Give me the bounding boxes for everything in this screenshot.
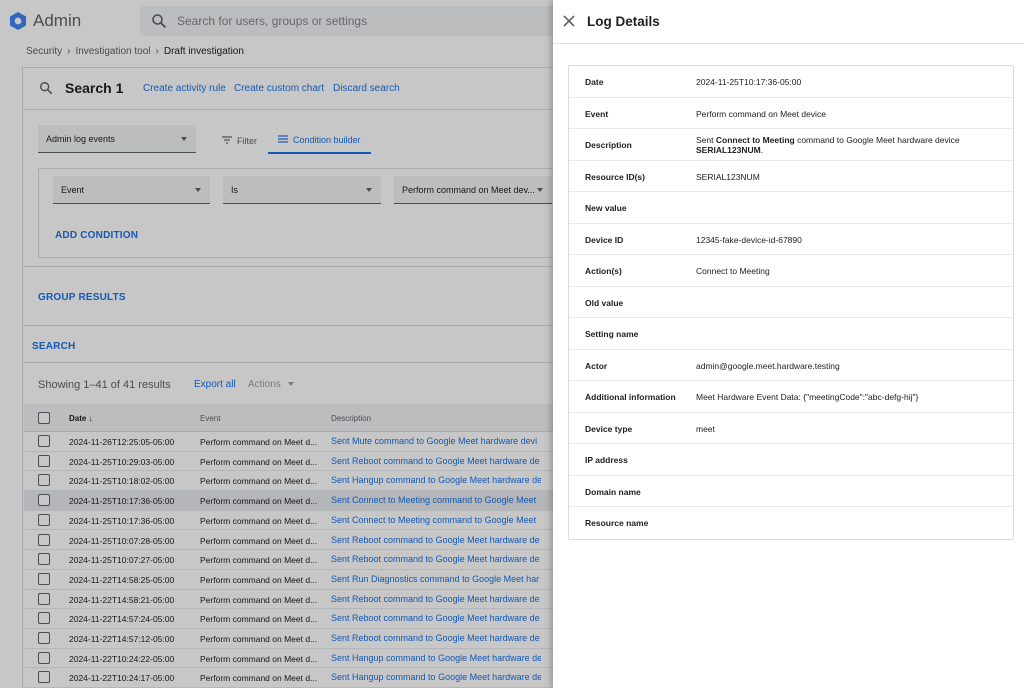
detail-value-text: . bbox=[760, 145, 764, 155]
detail-row: IP address bbox=[569, 444, 1013, 476]
log-details-table: Date 2024-11-25T10:17:36-05:00 Event Perfor… bbox=[568, 65, 1014, 540]
detail-value-text: Sent bbox=[696, 135, 716, 145]
detail-label: New value bbox=[585, 203, 627, 213]
detail-row: Setting name bbox=[569, 318, 1013, 350]
detail-row: New value bbox=[569, 192, 1013, 224]
log-details-header: Log Details bbox=[553, 0, 1024, 44]
detail-value: meet bbox=[696, 423, 715, 434]
log-details-title: Log Details bbox=[587, 14, 660, 29]
detail-value: Meet Hardware Event Data: {"meetingCode"… bbox=[696, 392, 919, 402]
detail-row: Resource ID(s) SERIAL123NUM bbox=[569, 161, 1013, 192]
detail-value-emphasis: Connect to Meeting bbox=[715, 135, 795, 145]
detail-label: Event bbox=[585, 108, 609, 119]
close-icon[interactable] bbox=[561, 13, 577, 29]
detail-row: Actor admin@google.meet.hardware.testing bbox=[569, 350, 1013, 381]
detail-label: Setting name bbox=[585, 329, 639, 339]
detail-label: Date bbox=[585, 77, 604, 87]
modal-scrim[interactable] bbox=[0, 0, 553, 688]
detail-row: Action(s) Connect to Meeting bbox=[569, 255, 1013, 287]
detail-label: Device type bbox=[585, 423, 633, 434]
detail-row: Domain name bbox=[569, 476, 1013, 507]
detail-label: Device ID bbox=[585, 234, 624, 245]
detail-label: Description bbox=[585, 140, 632, 150]
detail-label: Domain name bbox=[585, 486, 641, 497]
detail-label: Actor bbox=[585, 360, 608, 371]
detail-value: Connect to Meeting bbox=[696, 266, 770, 276]
detail-row: Additional information Meet Hardware Even… bbox=[569, 381, 1013, 413]
detail-row: Device ID 12345-fake-device-id-67890 bbox=[569, 224, 1013, 255]
detail-value: 12345-fake-device-id-67890 bbox=[696, 234, 802, 245]
log-details-panel: Log Details Date 2024-11-25T10:17:36-05:0… bbox=[553, 0, 1024, 688]
detail-value: 2024-11-25T10:17:36-05:00 bbox=[696, 77, 802, 87]
detail-value: SERIAL123NUM bbox=[696, 171, 760, 182]
detail-value-emphasis: SERIAL123NUM bbox=[696, 145, 761, 155]
detail-row: Description Sent Connect to Meeting comma… bbox=[569, 129, 1013, 161]
detail-label: Action(s) bbox=[585, 266, 622, 276]
detail-row: Device type meet bbox=[569, 413, 1013, 444]
detail-label: Old value bbox=[585, 297, 624, 308]
detail-row: Old value bbox=[569, 287, 1013, 318]
detail-label: Resource ID(s) bbox=[585, 171, 645, 182]
detail-value-text: command to Google Meet hardware device bbox=[794, 135, 960, 145]
detail-value: admin@google.meet.hardware.testing bbox=[696, 360, 840, 371]
detail-value: Perform command on Meet device bbox=[696, 108, 826, 119]
detail-row: Date 2024-11-25T10:17:36-05:00 bbox=[569, 66, 1013, 98]
detail-label: Additional information bbox=[585, 392, 676, 402]
detail-label: IP address bbox=[585, 455, 628, 465]
detail-row: Resource name bbox=[569, 507, 1013, 539]
detail-label: Resource name bbox=[585, 518, 649, 528]
detail-row: Event Perform command on Meet device bbox=[569, 98, 1013, 129]
detail-value: Sent Connect to Meeting command to Googl… bbox=[696, 135, 996, 155]
